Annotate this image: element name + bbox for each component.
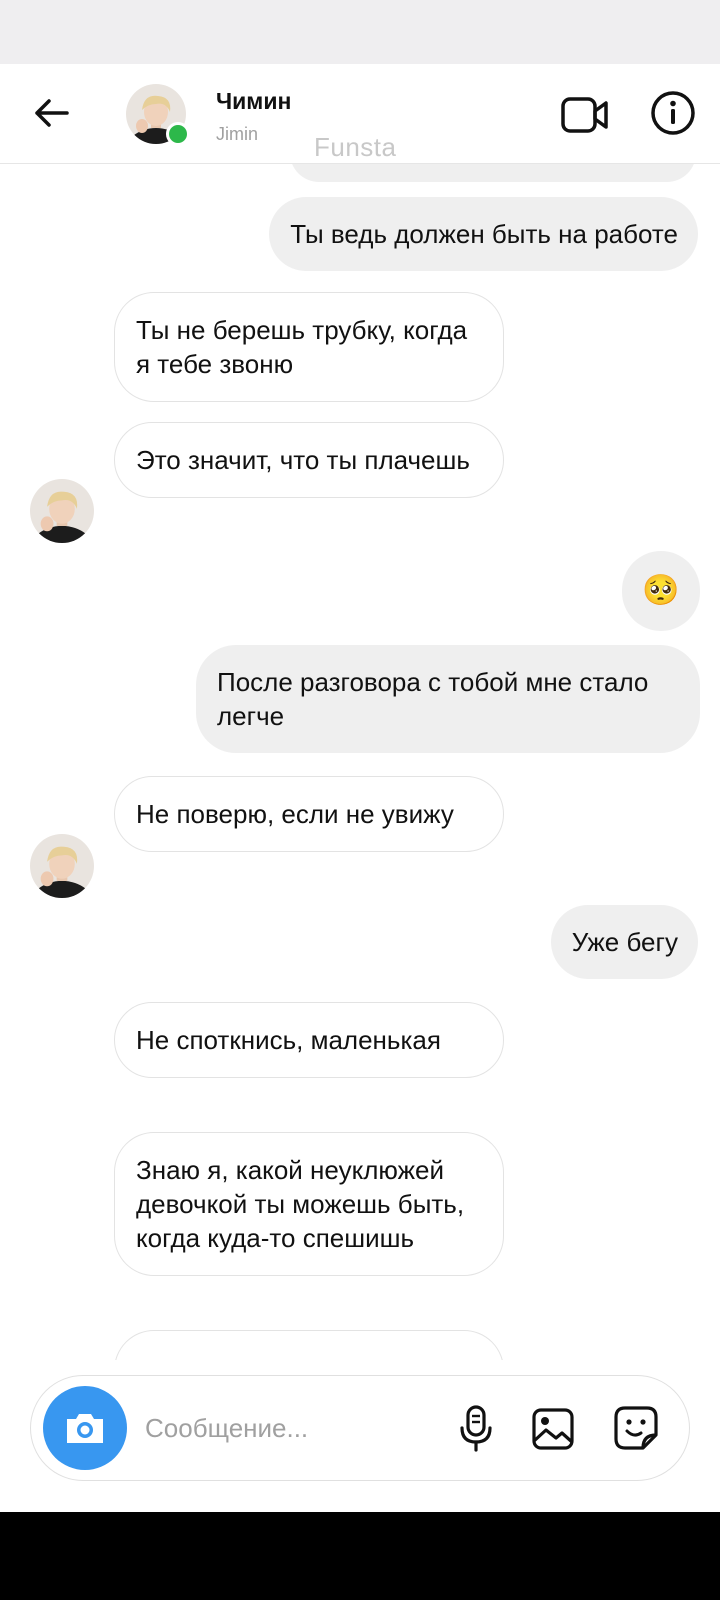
message-bubble-outgoing[interactable]: После разговора с тобой мне стало легче	[196, 645, 700, 753]
message-text: Не поверю, если не увижу	[136, 799, 454, 829]
info-button[interactable]	[646, 86, 700, 140]
message-bubble-incoming[interactable]: Знаю я, какой неуклюжей девочкой ты може…	[114, 1132, 504, 1276]
message-thread[interactable]: Ты ведь должен быть на работе Ты не бере…	[0, 164, 720, 1360]
online-status-dot	[166, 122, 190, 146]
message-text: После разговора с тобой мне стало легче	[217, 667, 649, 731]
status-bar	[0, 0, 720, 64]
message-bubble-incoming[interactable]: Это значит, что ты плачешь	[114, 422, 504, 498]
message-bubble-outgoing[interactable]: Ты ведь должен быть на работе	[269, 197, 698, 271]
funsta-watermark: Funsta	[314, 132, 397, 162]
gallery-icon	[532, 1408, 574, 1450]
camera-button[interactable]	[43, 1386, 127, 1470]
message-text: Это значит, что ты плачешь	[136, 445, 470, 475]
message-bubble-incoming[interactable]: Не поверю, если не увижу	[114, 776, 504, 852]
contact-username: Jimin	[216, 124, 259, 144]
gallery-button[interactable]	[527, 1402, 579, 1456]
back-button[interactable]	[26, 88, 76, 138]
back-arrow-icon	[35, 99, 69, 127]
message-composer	[30, 1375, 690, 1481]
video-call-button[interactable]	[558, 88, 612, 142]
voice-message-button[interactable]	[451, 1402, 501, 1456]
contact-name[interactable]: Чимин	[216, 88, 291, 115]
message-input[interactable]	[145, 1406, 415, 1450]
camera-icon	[67, 1414, 103, 1443]
message-text: Уже бегу	[571, 927, 678, 957]
message-text: Не споткнись, маленькая	[136, 1025, 441, 1055]
contact-avatar[interactable]	[126, 84, 190, 146]
system-navigation-bar	[0, 1512, 720, 1600]
message-emoji: 🥺	[642, 574, 680, 607]
partial-message-bubble	[114, 1330, 504, 1360]
message-text: Знаю я, какой неуклюжей девочкой ты може…	[136, 1155, 465, 1253]
message-bubble-outgoing[interactable]: Уже бегу	[550, 905, 698, 979]
sender-avatar[interactable]	[30, 479, 94, 543]
sender-avatar[interactable]	[30, 834, 94, 898]
message-bubble-incoming[interactable]: Не споткнись, маленькая	[114, 1002, 504, 1078]
info-icon	[651, 91, 695, 135]
sender-photo	[30, 834, 94, 898]
sticker-icon	[614, 1406, 658, 1450]
message-bubble-incoming[interactable]: Ты не берешь трубку, когда я тебе звоню	[114, 292, 504, 402]
microphone-icon	[460, 1405, 492, 1452]
video-call-icon	[561, 97, 608, 133]
message-text: Ты ведь должен быть на работе	[290, 219, 678, 249]
message-text: Ты не берешь трубку, когда я тебе звоню	[136, 315, 468, 379]
sender-photo	[30, 479, 94, 543]
partial-message-bubble	[290, 164, 696, 182]
sticker-button[interactable]	[609, 1400, 663, 1456]
message-bubble-outgoing[interactable]: 🥺	[622, 551, 700, 631]
